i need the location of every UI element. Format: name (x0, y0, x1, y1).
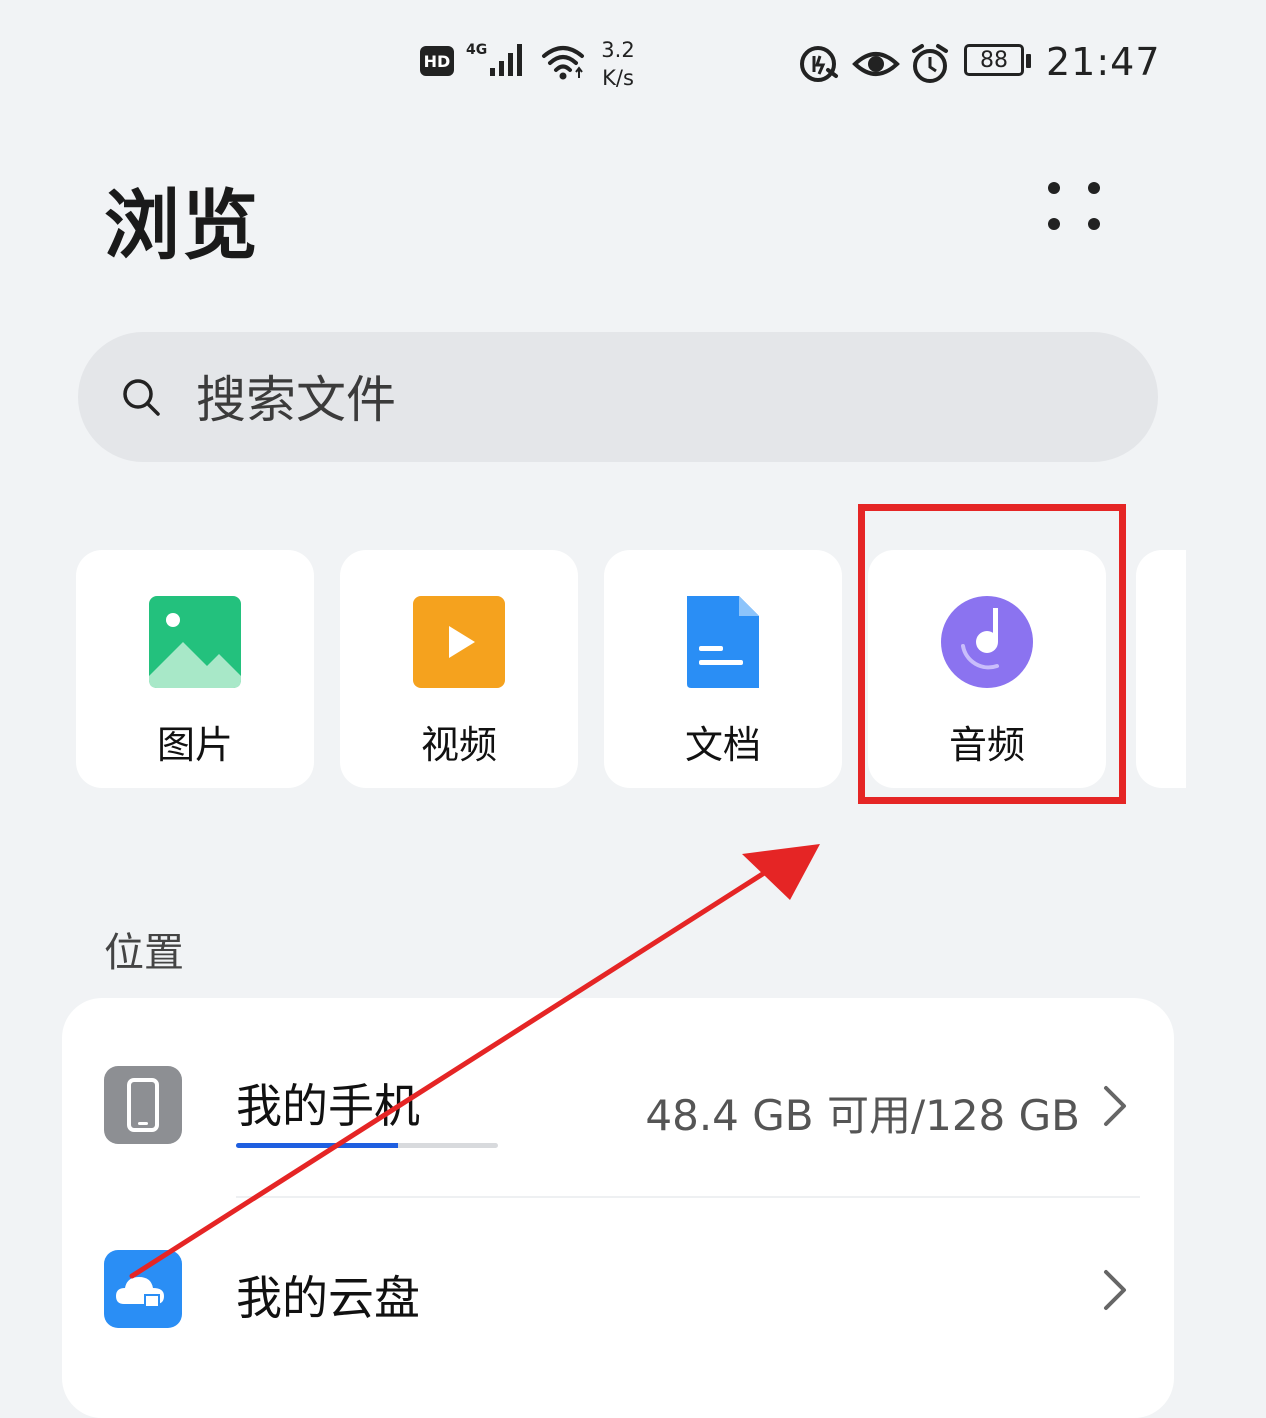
status-bar: HD 4G 3.2 K/s 88 21:47 (0, 30, 1266, 100)
wifi-icon (540, 42, 586, 82)
speed-unit: K/s (602, 66, 634, 90)
storage-text: 48.4 GB 可用/128 GB (645, 1091, 1080, 1140)
category-card-documents[interactable]: 文档 (604, 550, 842, 788)
storage-bar (236, 1143, 498, 1148)
category-label: 图片 (156, 723, 233, 767)
more-dots-icon[interactable] (1040, 176, 1108, 240)
search-icon[interactable] (118, 374, 166, 422)
search-input[interactable] (196, 368, 1096, 432)
chevron-right-icon[interactable] (1100, 1084, 1130, 1128)
highlight-box (858, 504, 1126, 804)
video-play-icon (413, 596, 505, 688)
hd-badge: HD (420, 46, 454, 76)
category-card-images[interactable]: 图片 (76, 550, 314, 788)
clock: 21:47 (1046, 40, 1161, 84)
network-speed: 3.2 K/s (596, 34, 640, 94)
location-my-cloud[interactable]: 我的云盘 (236, 1262, 420, 1328)
battery-level: 88 (964, 44, 1024, 76)
section-title: 位置 (104, 930, 184, 976)
battery-icon: 88 (964, 44, 1034, 80)
category-label: 视频 (420, 723, 497, 767)
storage-fill (236, 1143, 399, 1148)
alarm-icon (908, 42, 952, 86)
category-card-more[interactable] (1136, 550, 1186, 788)
image-icon (149, 596, 241, 688)
location-my-phone[interactable]: 我的手机 (236, 1070, 420, 1136)
page-title: 浏览 (104, 181, 260, 270)
speed-value: 3.2 (601, 38, 635, 62)
network-type: 4G (466, 42, 488, 58)
cloud-icon[interactable] (104, 1250, 182, 1328)
eye-icon (852, 42, 900, 86)
location-list (62, 998, 1174, 1418)
phone-icon[interactable] (104, 1066, 182, 1144)
signal-icon (488, 42, 528, 78)
category-card-videos[interactable]: 视频 (340, 550, 578, 788)
chevron-right-icon[interactable] (1100, 1268, 1130, 1312)
category-label: 文档 (684, 723, 761, 767)
flash-icon (798, 42, 842, 86)
document-icon (677, 596, 769, 688)
divider (236, 1196, 1140, 1198)
